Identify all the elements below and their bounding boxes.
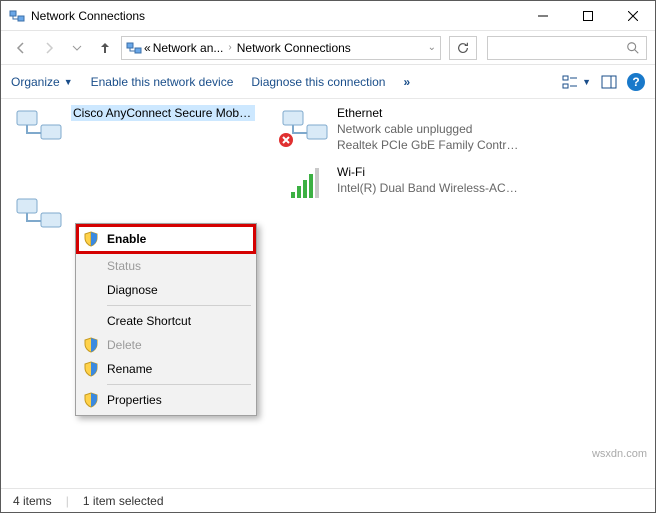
network-connections-icon (126, 40, 142, 56)
organize-menu[interactable]: Organize ▼ (11, 75, 73, 89)
ctx-enable-label: Enable (107, 232, 146, 246)
window: Network Connections « Network an... › Ne… (0, 0, 656, 513)
adapter-cisco[interactable]: Cisco AnyConnect Secure Mobility (15, 105, 255, 145)
ctx-create-shortcut-label: Create Shortcut (107, 314, 191, 328)
network-adapter-icon (281, 105, 329, 145)
chevron-down-icon: ▼ (64, 77, 73, 87)
adapter-device: Realtek PCIe GbE Family Controller (337, 137, 521, 153)
separator (107, 384, 251, 385)
network-adapter-icon (15, 105, 63, 145)
chevron-right-icon: › (225, 42, 234, 53)
breadcrumb-seg1[interactable]: Network an... (153, 41, 224, 55)
network-connections-icon (9, 8, 25, 24)
enable-device-button[interactable]: Enable this network device (91, 75, 234, 89)
shield-icon (83, 392, 99, 408)
ctx-delete-label: Delete (107, 338, 142, 352)
forward-button[interactable] (37, 36, 61, 60)
ctx-properties[interactable]: Properties (79, 388, 253, 412)
ctx-rename-label: Rename (107, 362, 152, 376)
preview-pane-button[interactable] (601, 74, 617, 90)
ctx-create-shortcut[interactable]: Create Shortcut (79, 309, 253, 333)
error-x-icon (278, 132, 294, 148)
context-menu: Enable Status Diagnose Create Shortcut D… (75, 223, 257, 416)
ctx-rename[interactable]: Rename (79, 357, 253, 381)
diagnose-connection-button[interactable]: Diagnose this connection (251, 75, 385, 89)
separator: | (66, 494, 69, 508)
search-icon (626, 41, 640, 55)
breadcrumb[interactable]: « Network an... › Network Connections ⌄ (121, 36, 441, 60)
ctx-status-label: Status (107, 259, 141, 273)
selection-count: 1 item selected (83, 494, 164, 508)
view-options-button[interactable] (562, 74, 578, 90)
minimize-button[interactable] (520, 1, 565, 30)
shield-icon (83, 231, 99, 247)
close-button[interactable] (610, 1, 655, 30)
ctx-diagnose[interactable]: Diagnose (79, 278, 253, 302)
shield-icon (83, 337, 99, 353)
window-buttons (520, 1, 655, 30)
adapter-name: Wi-Fi (337, 164, 521, 180)
adapter-name: Ethernet (337, 105, 521, 121)
adapter-ethernet[interactable]: Ethernet Network cable unplugged Realtek… (281, 105, 521, 154)
breadcrumb-prefix[interactable]: « (144, 41, 151, 55)
ctx-status: Status (79, 254, 253, 278)
content-area: Cisco AnyConnect Secure Mobility Etherne… (1, 99, 655, 488)
adapter-wifi[interactable]: Wi-Fi Intel(R) Dual Band Wireless-AC 31.… (281, 164, 521, 204)
titlebar: Network Connections (1, 1, 655, 31)
item-count: 4 items (13, 494, 52, 508)
ctx-diagnose-label: Diagnose (107, 283, 158, 297)
ctx-delete: Delete (79, 333, 253, 357)
ctx-properties-label: Properties (107, 393, 162, 407)
recent-dropdown[interactable] (65, 36, 89, 60)
breadcrumb-seg2[interactable]: Network Connections (237, 41, 351, 55)
adapter-name: Cisco AnyConnect Secure Mobility (71, 105, 255, 121)
shield-icon (83, 361, 99, 377)
command-bar: Organize ▼ Enable this network device Di… (1, 65, 655, 99)
chevron-down-icon[interactable]: ▼ (582, 77, 591, 87)
separator (107, 305, 251, 306)
ctx-enable[interactable]: Enable (79, 227, 253, 251)
network-adapter-icon (15, 193, 63, 233)
adapter-status: Network cable unplugged (337, 121, 521, 137)
help-button[interactable]: ? (627, 73, 645, 91)
up-button[interactable] (93, 36, 117, 60)
organize-label: Organize (11, 75, 60, 89)
refresh-button[interactable] (449, 36, 477, 60)
back-button[interactable] (9, 36, 33, 60)
maximize-button[interactable] (565, 1, 610, 30)
search-input[interactable] (487, 36, 647, 60)
window-title: Network Connections (31, 9, 520, 23)
status-bar: 4 items | 1 item selected (1, 488, 655, 512)
wifi-signal-icon (281, 164, 329, 204)
address-bar: « Network an... › Network Connections ⌄ (1, 31, 655, 65)
chevron-down-icon[interactable]: ⌄ (428, 42, 436, 53)
more-commands[interactable]: » (403, 75, 410, 89)
adapter-device: Intel(R) Dual Band Wireless-AC 31... (337, 180, 521, 196)
watermark: wsxdn.com (592, 448, 647, 460)
